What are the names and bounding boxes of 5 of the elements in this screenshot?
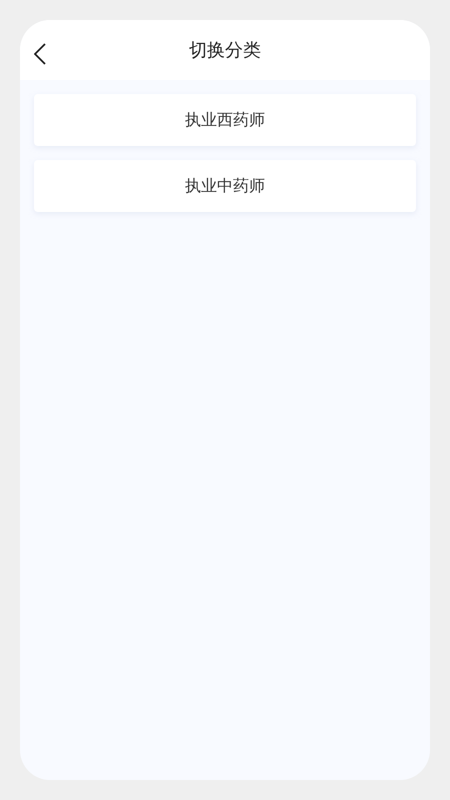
page-title: 切换分类 — [189, 38, 261, 62]
back-button[interactable] — [32, 42, 48, 66]
category-item[interactable]: 执业中药师 — [34, 160, 416, 212]
back-icon — [34, 43, 46, 65]
category-item[interactable]: 执业西药师 — [34, 94, 416, 146]
